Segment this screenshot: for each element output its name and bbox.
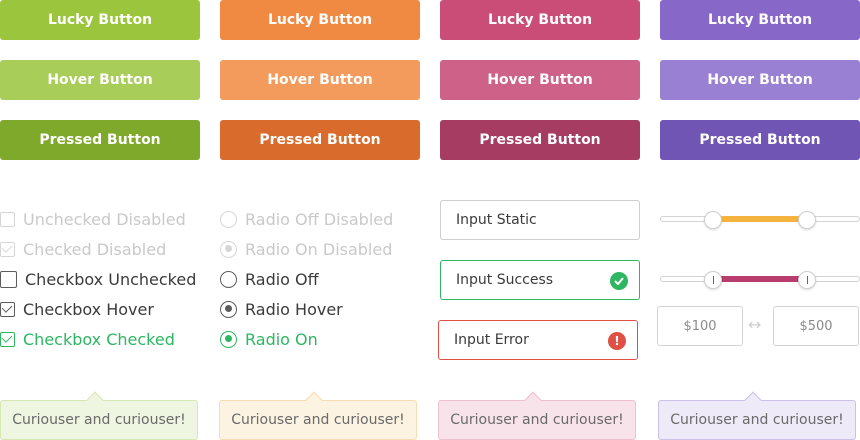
input-value: Input Success bbox=[456, 272, 554, 288]
radio-label: Radio Hover bbox=[245, 299, 343, 319]
radio-label: Radio On bbox=[245, 329, 318, 349]
range-slider-orange[interactable] bbox=[660, 210, 860, 230]
checkbox-box bbox=[0, 211, 15, 227]
check-icon bbox=[1, 301, 13, 313]
exclamation-circle-icon: ! bbox=[608, 332, 626, 350]
hover-button-green[interactable]: Hover Button bbox=[0, 60, 200, 100]
radio-dot bbox=[224, 335, 232, 342]
range-slider-pink[interactable] bbox=[660, 270, 860, 290]
radio-label: Radio On Disabled bbox=[245, 239, 393, 259]
hover-button-orange[interactable]: Hover Button bbox=[220, 60, 420, 100]
checkbox-box[interactable] bbox=[0, 270, 17, 288]
checkbox-label: Checkbox Checked bbox=[23, 329, 175, 349]
check-circle-icon bbox=[610, 272, 628, 290]
tooltip-green: Curiouser and curiouser! bbox=[0, 391, 198, 440]
price-min-input[interactable]: $100 bbox=[657, 306, 743, 346]
checkbox-unchecked-disabled: Unchecked Disabled bbox=[0, 209, 186, 229]
checkbox-unchecked[interactable]: Checkbox Unchecked bbox=[0, 269, 196, 289]
double-arrow-icon: ↔ bbox=[748, 315, 762, 334]
pressed-button-green[interactable]: Pressed Button bbox=[0, 120, 200, 160]
radio-circle[interactable] bbox=[220, 300, 237, 318]
pressed-button-orange[interactable]: Pressed Button bbox=[220, 120, 420, 160]
checkbox-checked[interactable]: Checkbox Checked bbox=[0, 329, 175, 349]
radio-label: Radio Off bbox=[245, 269, 319, 289]
tooltip-text: Curiouser and curiouser! bbox=[231, 412, 405, 428]
grip-icon bbox=[712, 276, 714, 284]
grip-icon bbox=[806, 276, 808, 284]
checkbox-box bbox=[0, 241, 15, 257]
input-value: Input Static bbox=[456, 212, 537, 228]
hover-button-pink[interactable]: Hover Button bbox=[440, 60, 640, 100]
slider-fill bbox=[713, 216, 807, 222]
lucky-button-purple[interactable]: Lucky Button bbox=[660, 0, 860, 40]
radio-circle bbox=[220, 240, 237, 258]
check-icon bbox=[1, 331, 13, 343]
input-value: Input Error bbox=[454, 332, 529, 348]
lucky-button-green[interactable]: Lucky Button bbox=[0, 0, 200, 40]
checkbox-hover[interactable]: Checkbox Hover bbox=[0, 299, 154, 319]
slider-handle-min[interactable] bbox=[704, 271, 722, 289]
tooltip-caret bbox=[305, 391, 323, 409]
checkbox-label: Unchecked Disabled bbox=[23, 209, 186, 229]
radio-off-disabled: Radio Off Disabled bbox=[220, 209, 393, 229]
tooltip-pink: Curiouser and curiouser! bbox=[438, 391, 636, 440]
checkbox-label: Checked Disabled bbox=[23, 239, 167, 259]
lucky-button-orange[interactable]: Lucky Button bbox=[220, 0, 420, 40]
hover-button-purple[interactable]: Hover Button bbox=[660, 60, 860, 100]
input-success[interactable]: Input Success bbox=[440, 260, 640, 300]
radio-on-disabled: Radio On Disabled bbox=[220, 239, 392, 259]
tooltip-text: Curiouser and curiouser! bbox=[450, 412, 624, 428]
radio-on[interactable]: Radio On bbox=[220, 329, 318, 349]
price-max-input[interactable]: $500 bbox=[773, 306, 859, 346]
check-icon bbox=[1, 241, 13, 253]
tooltip-purple: Curiouser and curiouser! bbox=[658, 391, 856, 440]
slider-handle-min[interactable] bbox=[704, 211, 722, 229]
checkbox-box[interactable] bbox=[0, 301, 15, 317]
radio-circle bbox=[220, 210, 237, 228]
input-error[interactable]: Input Error ! bbox=[438, 320, 638, 360]
radio-dot bbox=[224, 245, 232, 252]
radio-circle[interactable] bbox=[220, 330, 237, 348]
checkbox-label: Checkbox Unchecked bbox=[25, 269, 197, 289]
checkbox-checked-disabled: Checked Disabled bbox=[0, 239, 166, 259]
radio-circle[interactable] bbox=[220, 270, 237, 288]
checkbox-box[interactable] bbox=[0, 331, 15, 347]
tooltip-caret bbox=[86, 391, 104, 409]
radio-label: Radio Off Disabled bbox=[245, 209, 394, 229]
radio-off[interactable]: Radio Off bbox=[220, 269, 319, 289]
slider-handle-max[interactable] bbox=[798, 271, 816, 289]
lucky-button-pink[interactable]: Lucky Button bbox=[440, 0, 640, 40]
radio-hover[interactable]: Radio Hover bbox=[220, 299, 343, 319]
tooltip-text: Curiouser and curiouser! bbox=[670, 412, 844, 428]
input-static[interactable]: Input Static bbox=[440, 200, 640, 240]
tooltip-caret bbox=[744, 391, 762, 409]
pressed-button-pink[interactable]: Pressed Button bbox=[440, 120, 640, 160]
slider-fill bbox=[713, 276, 807, 282]
tooltip-caret bbox=[524, 391, 542, 409]
checkbox-label: Checkbox Hover bbox=[23, 299, 154, 319]
pressed-button-purple[interactable]: Pressed Button bbox=[660, 120, 860, 160]
tooltip-text: Curiouser and curiouser! bbox=[12, 412, 186, 428]
radio-dot bbox=[224, 305, 232, 312]
tooltip-orange: Curiouser and curiouser! bbox=[219, 391, 417, 440]
slider-handle-max[interactable] bbox=[798, 211, 816, 229]
